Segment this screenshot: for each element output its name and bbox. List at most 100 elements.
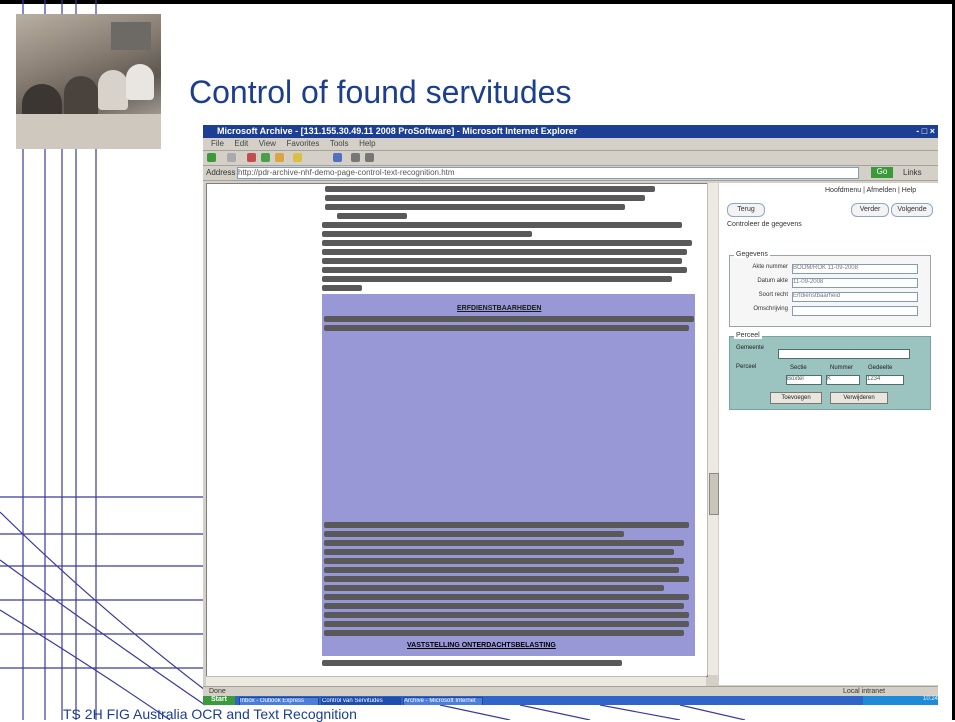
start-button[interactable]: Start <box>203 696 235 705</box>
field-input[interactable] <box>792 306 918 316</box>
text-line <box>322 660 622 666</box>
text-line <box>324 585 664 591</box>
header-photo <box>16 14 161 149</box>
address-label: Address <box>206 168 236 177</box>
text-line <box>322 267 687 273</box>
text-line <box>325 186 655 192</box>
window-title: Microsoft Archive - [131.155.30.49.11 20… <box>217 126 578 136</box>
menu-help[interactable]: Help <box>359 139 375 148</box>
field-input[interactable]: 11-09-2008 <box>792 278 918 288</box>
text-line <box>324 621 689 627</box>
col-nummer: Nummer <box>830 365 854 371</box>
go-button[interactable]: Go <box>871 167 893 178</box>
remove-parcel-button[interactable]: Verwijderen <box>830 392 888 404</box>
text-line <box>322 285 362 291</box>
gedeelte-input[interactable]: 1234 <box>866 375 904 385</box>
slide-title: Control of found servitudes <box>189 74 572 110</box>
address-bar: Address http://pdr-archive-nhf-demo-page… <box>203 166 938 181</box>
document-view: ERFDIENSTBAARHEDEN VASTSTELLING ONTERDAC… <box>206 183 708 677</box>
text-line <box>324 325 689 331</box>
text-line <box>325 195 645 201</box>
links-label[interactable]: Links <box>903 168 922 177</box>
taskbar-item[interactable]: Control van Servitudes <box>321 697 401 705</box>
nummer-input[interactable]: K <box>826 375 860 385</box>
col-gedeelte: Gedeelte <box>868 365 893 371</box>
mail-icon[interactable] <box>351 153 360 162</box>
text-line <box>325 204 625 210</box>
horizontal-scrollbar[interactable] <box>206 676 706 686</box>
text-line <box>324 531 624 537</box>
text-line <box>324 612 689 618</box>
gemeente-label: Gemeente <box>736 345 765 351</box>
perceel-label: Perceel <box>736 364 757 370</box>
text-line <box>337 213 407 219</box>
menu-file[interactable]: File <box>211 139 224 148</box>
add-parcel-button[interactable]: Toevoegen <box>770 392 822 404</box>
address-input[interactable]: http://pdr-archive-nhf-demo-page-control… <box>237 167 859 179</box>
text-line <box>322 231 532 237</box>
back-icon[interactable] <box>207 153 216 162</box>
stop-icon[interactable] <box>247 153 256 162</box>
browser-toolbar <box>203 151 938 166</box>
system-tray: 10:24 <box>863 696 938 705</box>
field-select[interactable]: Erfdienstbaarheid <box>792 292 918 302</box>
text-line <box>324 316 694 322</box>
text-line <box>322 258 682 264</box>
windows-taskbar: Start Inbox - Outlook Express Control va… <box>203 696 938 705</box>
data-group: Gegevens Akte nummer BOOM/ROK 11-09-2008… <box>729 251 931 327</box>
text-line <box>324 594 689 600</box>
menu-tools[interactable]: Tools <box>330 139 349 148</box>
field-label: Akte nummer <box>752 264 788 270</box>
taskbar-item[interactable]: Archive - Microsoft Internet <box>403 697 483 705</box>
field-row: Soort recht Erfdienstbaarheid <box>736 292 926 302</box>
text-line <box>324 630 684 636</box>
slide-top-border <box>0 0 955 4</box>
status-zone: Local intranet <box>843 688 886 695</box>
menu-edit[interactable]: Edit <box>234 139 248 148</box>
menu-favorites[interactable]: Favorites <box>286 139 319 148</box>
parcel-group: Perceel Gemeente Perceel Sectie Nummer G… <box>729 332 931 410</box>
text-line <box>322 240 692 246</box>
text-line <box>324 522 689 528</box>
data-group-legend: Gegevens <box>734 251 770 258</box>
parcel-group-legend: Perceel <box>734 332 762 339</box>
field-label: Datum akte <box>757 278 788 284</box>
highlighted-selection[interactable] <box>322 294 695 656</box>
refresh-icon[interactable] <box>261 153 270 162</box>
text-line <box>324 576 689 582</box>
text-line <box>324 558 684 564</box>
text-line <box>322 222 682 228</box>
status-text: Done <box>209 688 226 695</box>
document-scrollbar[interactable] <box>707 183 719 675</box>
back-button[interactable]: Terug <box>727 203 765 217</box>
field-row: Akte nummer BOOM/ROK 11-09-2008 <box>736 264 926 274</box>
window-controls[interactable]: - □ × <box>916 126 935 136</box>
favorites-icon[interactable] <box>333 153 342 162</box>
forward-icon[interactable] <box>227 153 236 162</box>
section-heading-2: VASTSTELLING ONTERDACHTSBELASTING <box>407 642 556 649</box>
home-icon[interactable] <box>275 153 284 162</box>
control-panel: Hoofdmenu | Afmelden | Help Terug Verder… <box>719 183 938 685</box>
text-line <box>324 603 684 609</box>
sectie-input[interactable]: Boxtel <box>786 375 822 385</box>
highlight-heading: ERFDIENSTBAARHEDEN <box>457 305 542 312</box>
field-label: Omschrijving <box>753 306 788 312</box>
print-icon[interactable] <box>365 153 374 162</box>
panel-header-links[interactable]: Hoofdmenu | Afmelden | Help <box>825 187 916 194</box>
text-line <box>324 549 674 555</box>
gemeente-input[interactable] <box>778 349 910 359</box>
verify-button[interactable]: Verder <box>851 203 889 217</box>
field-label: Soort recht <box>758 292 788 298</box>
text-line <box>322 249 687 255</box>
scroll-thumb[interactable] <box>709 473 719 515</box>
text-line <box>324 540 684 546</box>
taskbar-item[interactable]: Inbox - Outlook Express <box>239 697 319 705</box>
text-line <box>322 276 672 282</box>
field-row: Omschrijving <box>736 306 926 316</box>
field-row: Datum akte 11-09-2008 <box>736 278 926 288</box>
next-button[interactable]: Volgende <box>891 203 933 217</box>
panel-hint: Controleer de gegevens <box>727 221 802 228</box>
menu-view[interactable]: View <box>259 139 276 148</box>
search-icon[interactable] <box>293 153 302 162</box>
field-input[interactable]: BOOM/ROK 11-09-2008 <box>792 264 918 274</box>
